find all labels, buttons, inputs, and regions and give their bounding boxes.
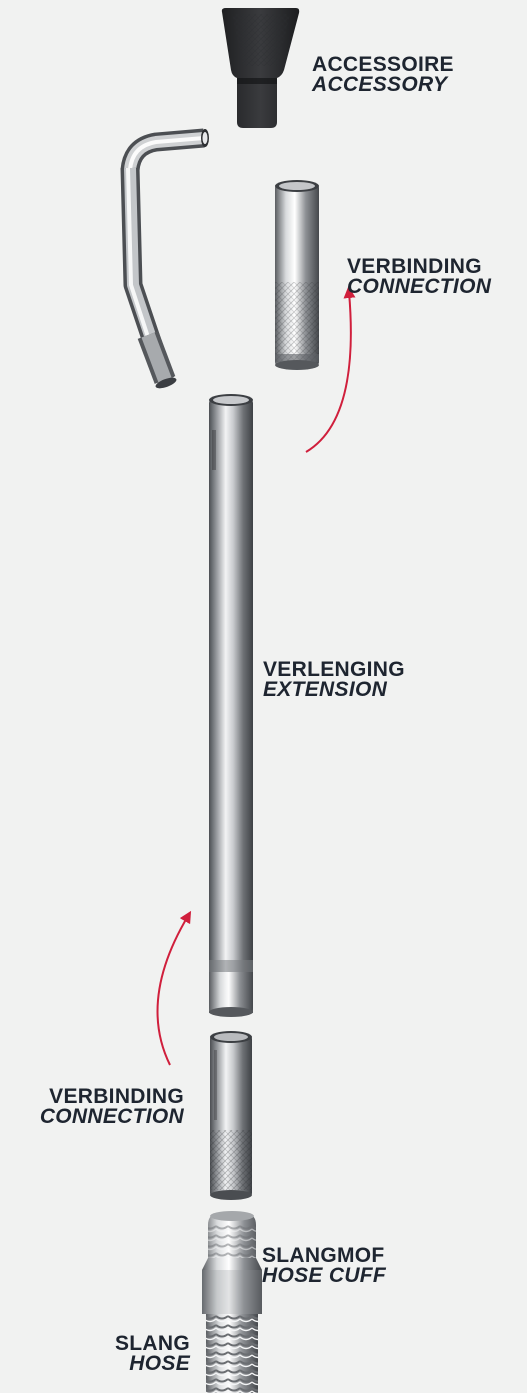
accessory-nozzle-icon bbox=[221, 8, 300, 128]
curved-arrow-icon bbox=[156, 910, 192, 1066]
connector-sleeve-icon bbox=[275, 180, 319, 370]
extension-tube-icon bbox=[209, 394, 253, 1017]
flexible-hose-icon bbox=[206, 1314, 258, 1393]
extension-label-english: EXTENSION bbox=[263, 678, 388, 701]
hose-label-dutch: SLANG bbox=[115, 1332, 190, 1355]
extension-label-dutch: VERLENGING bbox=[263, 658, 405, 681]
hose-cuff-label-english: HOSE CUFF bbox=[262, 1264, 387, 1287]
connector-sleeve-icon bbox=[210, 1031, 252, 1200]
bent-tube-icon bbox=[120, 128, 209, 389]
accessory-label-dutch: ACCESSOIRE bbox=[312, 53, 454, 76]
hose-cuff-label: SLANGMOF HOSE CUFF bbox=[262, 1244, 387, 1287]
accessory-label: ACCESSOIRE ACCESSORY bbox=[312, 53, 454, 96]
connection-top-label: VERBINDING CONNECTION bbox=[347, 255, 492, 298]
extension-label: VERLENGING EXTENSION bbox=[263, 658, 405, 701]
connection-bottom-label: VERBINDING CONNECTION bbox=[2, 1085, 184, 1128]
accessory-label-english: ACCESSORY bbox=[312, 73, 448, 96]
connection-bottom-label-english: CONNECTION bbox=[39, 1105, 184, 1128]
hose-label: SLANG HOSE bbox=[90, 1332, 190, 1375]
hose-label-english: HOSE bbox=[129, 1352, 190, 1375]
hose-cuff-label-dutch: SLANGMOF bbox=[262, 1244, 385, 1267]
exploded-diagram: ACCESSOIRE ACCESSORY VERBINDING CONNECTI… bbox=[0, 0, 527, 1393]
hose-cuff-icon bbox=[202, 1211, 262, 1314]
connection-top-label-english: CONNECTION bbox=[347, 275, 492, 298]
connection-bottom-label-dutch: VERBINDING bbox=[49, 1085, 184, 1108]
connection-top-label-dutch: VERBINDING bbox=[347, 255, 482, 278]
